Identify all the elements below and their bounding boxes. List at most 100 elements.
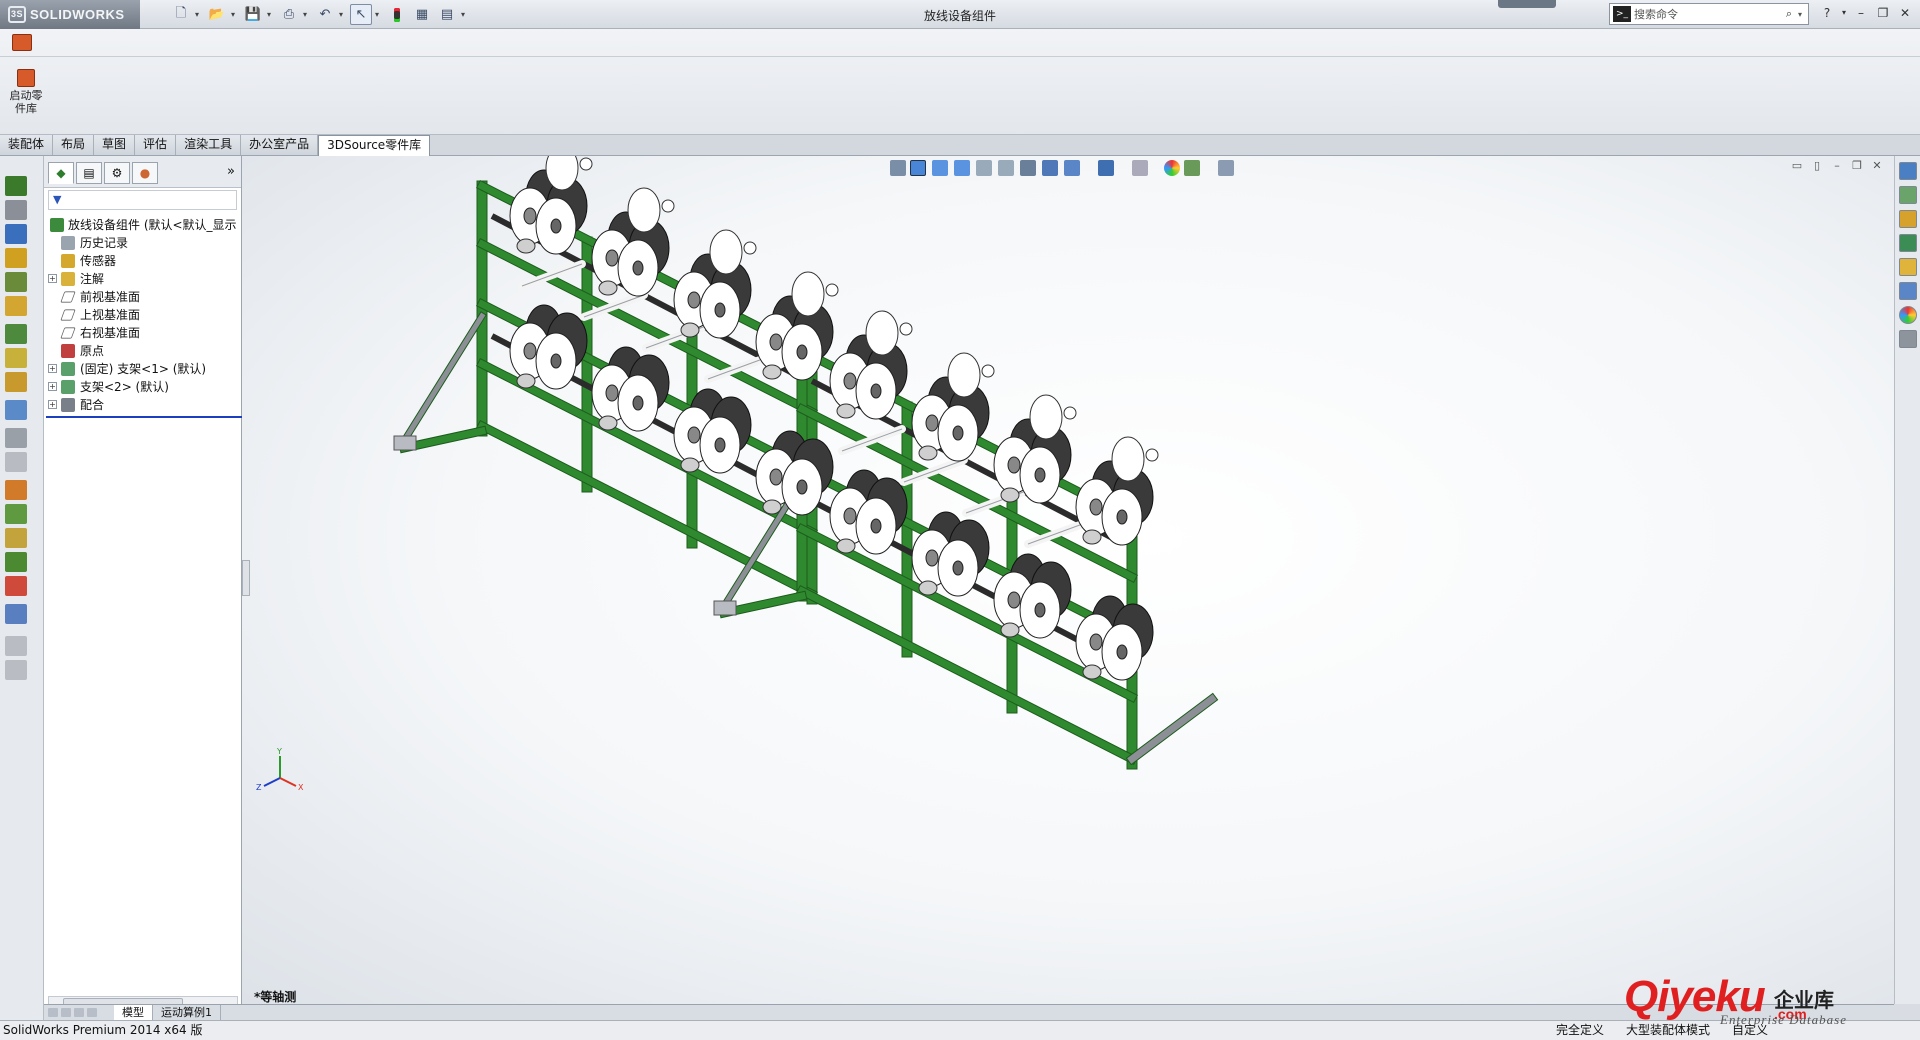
graphics-area[interactable]: ▭ ▯ – ❐ ✕ Y Z X *等轴测 — [242, 156, 1894, 1004]
tree-item[interactable]: + 支架<2> (默认) — [46, 378, 241, 396]
print-icon[interactable]: ⎙ — [278, 4, 300, 25]
sketch-icon[interactable] — [5, 604, 27, 624]
panel-splitter-handle[interactable] — [242, 560, 250, 596]
last-tab-icon[interactable] — [87, 1008, 97, 1017]
launch-library-button[interactable]: 启动零件库 — [6, 69, 46, 115]
bill-of-materials-icon[interactable] — [5, 400, 27, 420]
next-tab-icon[interactable] — [74, 1008, 84, 1017]
file-properties-icon[interactable]: ▦ — [411, 4, 433, 25]
expand-icon[interactable]: + — [48, 400, 57, 409]
design-library-icon[interactable] — [1899, 186, 1917, 204]
file-explorer-icon[interactable] — [1899, 210, 1917, 228]
bottom-tab-0[interactable]: 模型 — [114, 1005, 153, 1020]
view-palette-icon[interactable] — [1899, 234, 1917, 252]
explode-line-sketch-icon[interactable] — [5, 452, 27, 472]
tree-item[interactable]: 右视基准面 — [46, 324, 241, 342]
tree-filter[interactable]: ▼ — [48, 190, 237, 210]
options-icon[interactable]: ▤ — [436, 4, 458, 25]
undo-dropdown-icon[interactable]: ▾ — [339, 10, 347, 19]
search-icon[interactable]: ⌕ — [1780, 7, 1798, 21]
tree-item[interactable]: 上视基准面 — [46, 306, 241, 324]
new-dropdown-icon[interactable]: ▾ — [195, 10, 203, 19]
show-hidden-icon[interactable] — [5, 296, 27, 316]
pulldown-menu-tab[interactable] — [1498, 0, 1556, 8]
custom-properties-icon[interactable] — [1899, 306, 1917, 324]
minimize-icon[interactable]: – — [1852, 4, 1870, 22]
document-recovery-icon[interactable] — [1899, 258, 1917, 276]
search-dropdown-icon[interactable]: ▾ — [1798, 10, 1808, 19]
tab-5[interactable]: 办公室产品 — [241, 135, 319, 155]
help-icon[interactable]: ? — [1818, 4, 1836, 22]
command-tabs: 装配体 布局 草图 评估 渲染工具 办公室产品 3DSource零件库 — [0, 135, 1920, 156]
tree-item-label: 配合 — [80, 398, 105, 412]
prev-tab-icon[interactable] — [61, 1008, 71, 1017]
appearances-scenes-icon[interactable] — [1899, 282, 1917, 300]
help-dropdown-icon[interactable]: ▾ — [1840, 4, 1848, 22]
custom-units[interactable]: 自定义 — [1732, 1021, 1768, 1040]
display-manager-tab-icon[interactable]: ● — [132, 162, 158, 184]
relations-icon[interactable] — [5, 660, 27, 680]
left-toolbar — [0, 156, 44, 1020]
assembly-model[interactable]: Y Z X — [242, 156, 1894, 1004]
close-icon[interactable]: ✕ — [1896, 4, 1914, 22]
bottom-tab-1[interactable]: 运动算例1 — [153, 1005, 221, 1020]
tree-item[interactable]: 传感器 — [46, 252, 241, 270]
insert-component-icon[interactable] — [5, 176, 27, 196]
reel-hub — [1089, 498, 1103, 516]
options-dropdown-icon[interactable]: ▾ — [461, 10, 469, 19]
feature-manager-tab-icon[interactable]: ◆ — [48, 162, 74, 184]
new-document-icon[interactable]: 🗋 — [170, 4, 192, 25]
clearance-verification-icon[interactable] — [5, 504, 27, 524]
instant3d-icon[interactable] — [5, 552, 27, 572]
hole-alignment-icon[interactable] — [5, 528, 27, 548]
tree-item[interactable]: 前视基准面 — [46, 288, 241, 306]
select-dropdown-icon[interactable]: ▾ — [375, 10, 383, 19]
large-assembly-icon[interactable] — [5, 576, 27, 596]
restore-icon[interactable]: ❐ — [1874, 4, 1892, 22]
mate-icon[interactable] — [5, 200, 27, 220]
tab-6[interactable]: 3DSource零件库 — [318, 135, 431, 156]
exploded-view-icon[interactable] — [5, 428, 27, 448]
dimension-icon[interactable] — [5, 636, 27, 656]
open-dropdown-icon[interactable]: ▾ — [231, 10, 239, 19]
ds-logo-icon: 3S — [8, 6, 26, 23]
smart-fasteners-icon[interactable] — [5, 248, 27, 268]
3dsource-library-icon[interactable] — [1899, 330, 1917, 348]
tab-4[interactable]: 渲染工具 — [176, 135, 242, 155]
tree-root[interactable]: 放线设备组件 (默认<默认_显示 — [46, 216, 241, 234]
solidworks-logo[interactable]: 3S SOLIDWORKS — [0, 0, 140, 29]
expand-icon[interactable]: + — [48, 382, 57, 391]
library-small-icon[interactable] — [12, 34, 32, 51]
tree-item[interactable]: + (固定) 支架<1> (默认) — [46, 360, 241, 378]
tab-2[interactable]: 草图 — [94, 135, 136, 155]
panel-expand-icon[interactable]: » — [227, 162, 235, 187]
linear-pattern-icon[interactable] — [5, 224, 27, 244]
expand-icon[interactable]: + — [48, 364, 57, 373]
search-commands-box[interactable]: >_ 搜索命令 ⌕ ▾ — [1609, 3, 1809, 25]
undo-icon[interactable]: ↶ — [314, 4, 336, 25]
tree-item[interactable]: 历史记录 — [46, 234, 241, 252]
svg-text:Z: Z — [256, 783, 262, 792]
save-dropdown-icon[interactable]: ▾ — [267, 10, 275, 19]
reference-geometry-icon[interactable] — [5, 348, 27, 368]
save-icon[interactable]: 💾 — [242, 4, 264, 25]
interference-detection-icon[interactable] — [5, 480, 27, 500]
select-arrow-icon[interactable]: ↖ — [350, 4, 372, 25]
move-component-icon[interactable] — [5, 272, 27, 292]
solidworks-resources-icon[interactable] — [1899, 162, 1917, 180]
expand-icon[interactable]: + — [48, 274, 57, 283]
property-manager-tab-icon[interactable]: ▤ — [76, 162, 102, 184]
tab-0[interactable]: 装配体 — [0, 135, 54, 155]
tab-1[interactable]: 布局 — [53, 135, 95, 155]
first-tab-icon[interactable] — [48, 1008, 58, 1017]
print-dropdown-icon[interactable]: ▾ — [303, 10, 311, 19]
new-motion-study-icon[interactable] — [5, 372, 27, 392]
configuration-manager-tab-icon[interactable]: ⚙ — [104, 162, 130, 184]
tree-item[interactable]: + 配合 — [46, 396, 241, 414]
rebuild-traffic-light-icon[interactable] — [386, 4, 408, 25]
assembly-features-icon[interactable] — [5, 324, 27, 344]
open-folder-icon[interactable]: 📂 — [206, 4, 228, 25]
tab-3[interactable]: 评估 — [135, 135, 177, 155]
tree-item[interactable]: + 注解 — [46, 270, 241, 288]
tree-item[interactable]: 原点 — [46, 342, 241, 360]
